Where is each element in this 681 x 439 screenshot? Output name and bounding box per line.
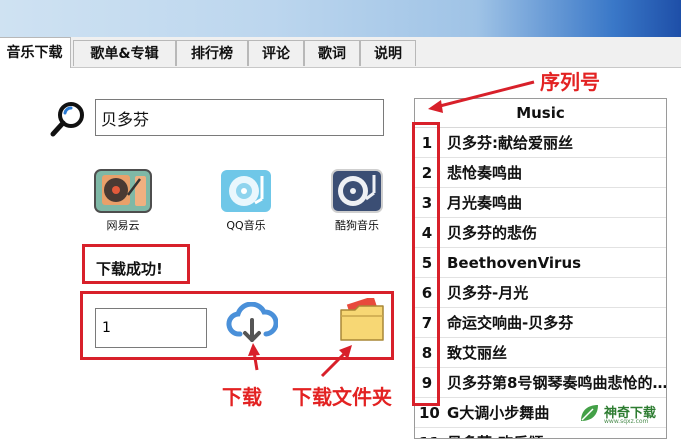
annotation-download-folder: 下载文件夹: [292, 385, 392, 409]
watermark: 神奇下载 www.sqxz.com: [578, 400, 668, 426]
annotation-sequence-number: 序列号: [540, 70, 600, 94]
tab-music-download[interactable]: 音乐下载: [0, 37, 71, 68]
annotation-download: 下载: [222, 385, 262, 409]
watermark-subtext: www.sqxz.com: [604, 418, 649, 425]
leaf-logo-icon: [581, 405, 598, 421]
